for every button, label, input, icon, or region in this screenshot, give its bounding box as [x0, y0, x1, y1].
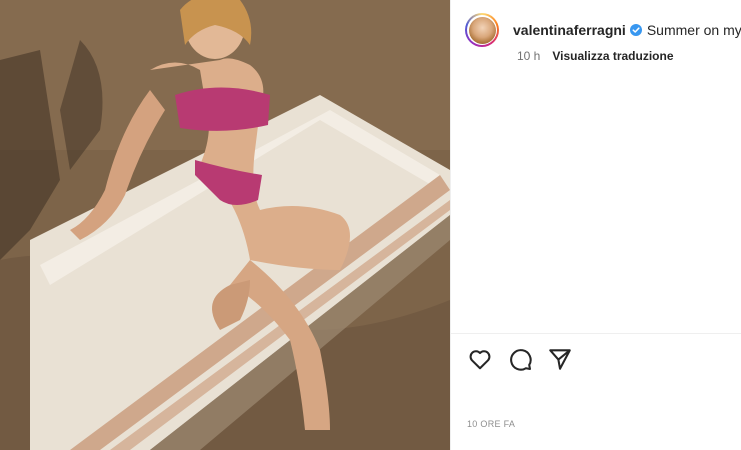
instagram-post: valentinaferragni Summer on my s 10 h Vi…	[0, 0, 741, 450]
section-divider	[451, 333, 741, 334]
caption-text: Summer on my s	[646, 22, 741, 38]
action-bar	[467, 346, 573, 372]
comment-icon[interactable]	[507, 346, 533, 372]
story-ring[interactable]	[465, 13, 499, 47]
translate-link[interactable]: Visualizza traduzione	[552, 49, 673, 63]
post-sidebar: valentinaferragni Summer on my s 10 h Vi…	[450, 0, 741, 450]
post-timestamp: 10 ORE FA	[467, 419, 516, 429]
avatar	[468, 16, 496, 44]
username[interactable]: valentinaferragni	[513, 22, 626, 38]
verified-badge-icon	[629, 24, 642, 36]
post-photo[interactable]	[0, 0, 450, 450]
heart-icon[interactable]	[467, 346, 493, 372]
share-icon[interactable]	[547, 346, 573, 372]
time-ago: 10 h	[517, 49, 541, 63]
post-header: valentinaferragni Summer on my s	[465, 10, 741, 50]
caption-meta: 10 h Visualizza traduzione	[517, 49, 674, 63]
avatar-frame	[467, 15, 497, 45]
photo-illustration	[0, 0, 450, 450]
